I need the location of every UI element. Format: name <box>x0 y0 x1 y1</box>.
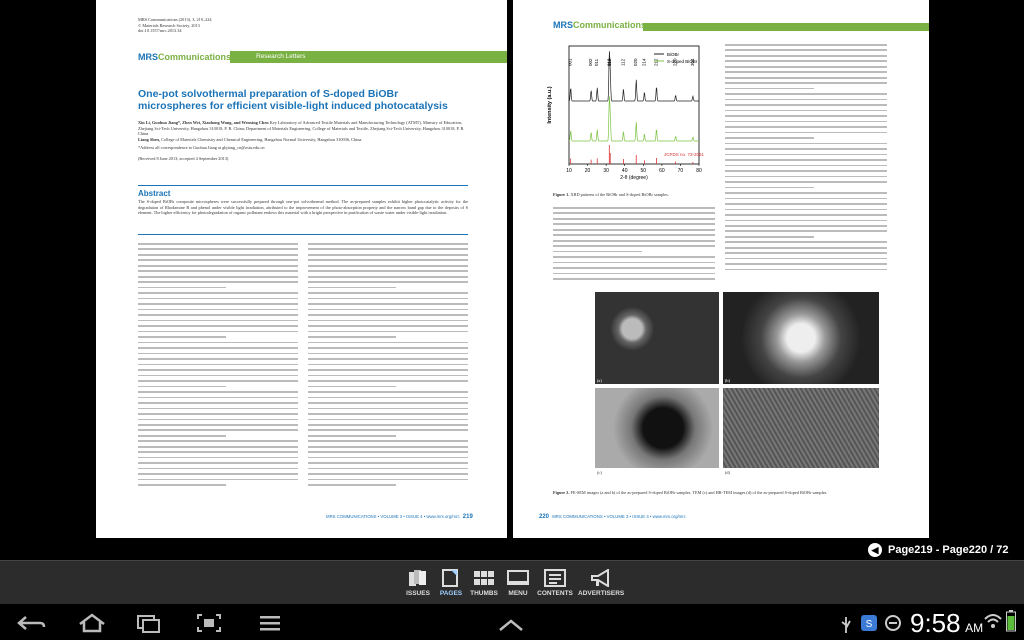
debug-icon <box>885 615 901 631</box>
received-date: (Received 8 June 2013; accepted 4 Septem… <box>138 155 229 161</box>
nav-issues[interactable]: ISSUES <box>401 561 435 605</box>
body-column-2 <box>308 243 468 490</box>
page-indicator[interactable]: ◀ Page219 - Page220 / 72 <box>868 541 1008 559</box>
series-line-1 <box>568 96 699 142</box>
xrd-chart: 001 002 011 012110 112 020 214 212 220 30410 20 30 4… <box>547 45 705 181</box>
fig1-caption-label: Figure 1. <box>553 192 570 197</box>
sem-image-a <box>595 292 719 384</box>
peak-label: 112 <box>620 58 625 66</box>
screenshot-icon[interactable] <box>196 613 222 633</box>
contents-list-icon <box>544 569 566 587</box>
affiliation-2: College of Materials Chemistry and Chemi… <box>161 136 362 142</box>
megaphone-icon <box>591 569 609 587</box>
nav-menu[interactable]: MENU <box>501 561 535 605</box>
peak-label: 214 <box>641 58 646 66</box>
recent-apps-icon[interactable] <box>135 613 163 633</box>
nav-contents[interactable]: CONTENTS <box>535 561 575 605</box>
fig1-caption: XRD patterns of the BiOBr and S-doped Bi… <box>570 192 669 197</box>
abstract-rule <box>138 185 468 186</box>
peak-label: 110 <box>607 58 612 66</box>
hrtem-image-d <box>723 388 879 468</box>
right-page[interactable]: MRSCommunications 001 002 011 012 110 112 020 2… <box>513 0 929 538</box>
nav-thumbs[interactable]: THUMBS <box>467 561 501 605</box>
abstract-text: The S-doped BiOBr composite microspheres… <box>138 199 468 216</box>
panel-label-c: (c) <box>597 470 602 475</box>
jcpds-label: JCPDS no. 73-2061 <box>664 152 705 157</box>
page-footer: MRS COMMUNICATIONS • VOLUME 3 • ISSUE 4 … <box>326 514 460 519</box>
home-icon[interactable] <box>77 613 107 633</box>
svg-text:S: S <box>866 619 873 630</box>
body-column-1 <box>138 243 298 490</box>
system-bar: S 9:58 AM <box>0 604 1024 640</box>
overflow-menu-icon[interactable] <box>258 613 282 633</box>
x-tick-label: 60 <box>659 168 665 174</box>
peak-label: 212 <box>653 58 658 66</box>
peak-label: 011 <box>594 58 599 66</box>
x-tick-label: 20 <box>585 168 591 174</box>
panel-label-b: (b) <box>725 378 731 383</box>
x-tick-label: 30 <box>603 168 609 174</box>
panel-label-a: (a) <box>597 378 602 383</box>
x-tick-label: 10 <box>566 168 572 174</box>
article-title: One-pot solvothermal preparation of S-do… <box>138 88 448 112</box>
chevron-up-icon[interactable] <box>498 618 524 632</box>
wifi-icon <box>984 614 1002 628</box>
screen: MRS Communications (2013), 3, 219–224 © … <box>0 0 1024 640</box>
legend-label: S-doped BiOBr <box>667 59 698 64</box>
journal-doi: doi:10.1557/mrc.2013.34 <box>138 28 182 34</box>
battery-icon <box>1006 610 1016 632</box>
abstract-rule-bottom <box>138 234 468 235</box>
nav-advertisers[interactable]: ADVERTISERS <box>578 561 624 605</box>
x-axis-label: 2-θ (degree) <box>620 175 648 181</box>
tem-image-c <box>595 388 719 468</box>
app-nav-bar: ISSUES PAGES THUMBS MENU CONTENTS ADVERT… <box>0 560 1024 604</box>
x-tick-label: 80 <box>696 168 702 174</box>
back-circle-icon[interactable]: ◀ <box>868 543 882 557</box>
x-tick-label: 70 <box>678 168 684 174</box>
authors: Xin Li, Guohua Jiang*, Zhen Wei, Xiaohon… <box>138 120 269 125</box>
grid-icon <box>474 571 494 585</box>
correspondence: *Address all correspondence to Guohua Ji… <box>138 145 265 151</box>
author-2: Liang Shen, <box>138 136 160 142</box>
peak-label: 001 <box>568 58 573 66</box>
header-bar <box>643 23 929 31</box>
back-icon[interactable] <box>16 613 46 633</box>
mrs-logo: MRSCommunications <box>138 52 232 62</box>
body-column-right-1 <box>553 207 715 284</box>
magazine-stack-icon <box>409 570 426 586</box>
mrs-logo-right: MRSCommunications <box>553 20 647 30</box>
abstract-heading: Abstract <box>138 189 171 198</box>
page-footer-right: MRS COMMUNICATIONS • VOLUME 3 • ISSUE 4 … <box>552 514 686 519</box>
usb-icon <box>841 617 851 633</box>
fig2-images: (a) (b) (c) (d) <box>595 292 879 482</box>
app-notification-icon: S <box>861 615 877 631</box>
fig2-caption-label: Figure 2. <box>553 490 570 495</box>
x-tick-label: 50 <box>641 168 647 174</box>
page-indicator-text: Page219 - Page220 / 72 <box>888 544 1009 556</box>
page-number: 219 <box>462 514 473 520</box>
body-column-right-2 <box>725 44 887 274</box>
nav-pages[interactable]: PAGES <box>434 561 468 605</box>
panel-label-d: (d) <box>725 470 731 475</box>
pages-icon <box>442 569 458 587</box>
left-page[interactable]: MRS Communications (2013), 3, 219–224 © … <box>96 0 507 538</box>
x-tick-label: 40 <box>622 168 628 174</box>
clock: 9:58 AM <box>910 608 984 638</box>
sem-image-b <box>723 292 879 384</box>
legend-label: BiOBr <box>667 52 680 57</box>
section-banner: Research Letters <box>230 51 507 63</box>
peak-label: 020 <box>633 58 638 66</box>
menu-icon <box>507 570 529 585</box>
peak-label: 002 <box>588 58 593 66</box>
fig2-caption: FE-SEM images (a and b) of the as-prepar… <box>570 490 828 495</box>
y-axis-label: Intensity (a.u.) <box>547 86 553 123</box>
page-number-right: 220 <box>539 514 550 520</box>
